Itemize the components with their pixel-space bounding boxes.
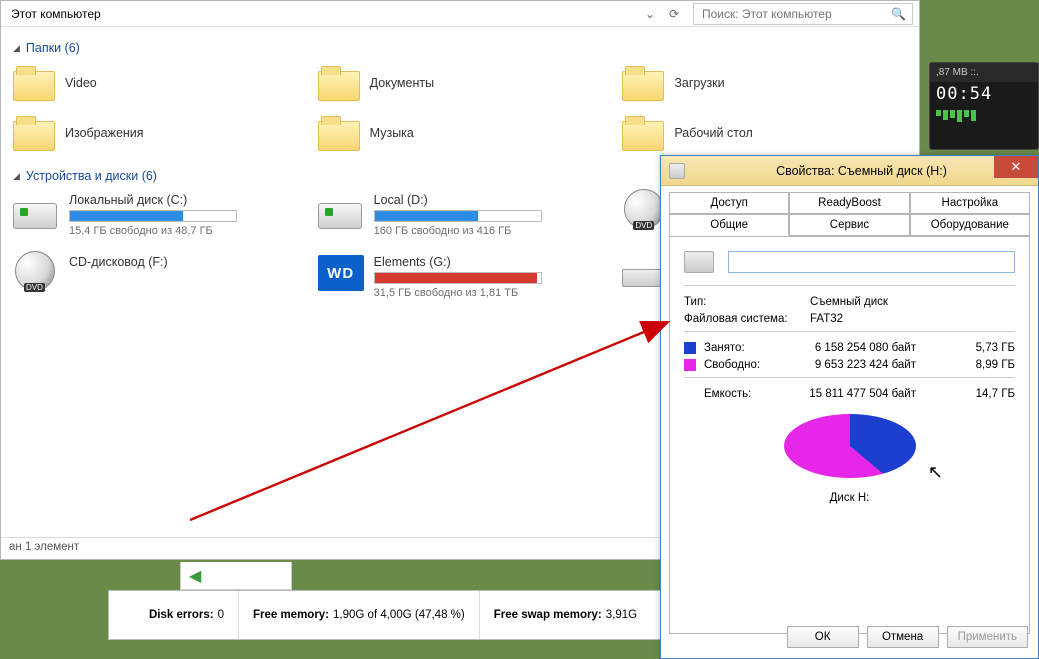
drive-icon: WD bbox=[318, 255, 364, 291]
folder-label: Video bbox=[65, 76, 97, 90]
folder-icon bbox=[13, 115, 55, 151]
tab-strip: ДоступReadyBoostНастройка ОбщиеСервисОбор… bbox=[661, 186, 1038, 236]
folder-icon bbox=[13, 65, 55, 101]
drive-subtext: 160 ГБ свободно из 416 ГБ bbox=[374, 225, 542, 237]
search-field[interactable] bbox=[700, 6, 891, 22]
ok-button[interactable]: ОК bbox=[787, 626, 859, 648]
pie-label: Диск H: bbox=[684, 492, 1015, 504]
drive-name: Локальный диск (C:) bbox=[69, 193, 237, 207]
usage-pie-chart bbox=[784, 414, 916, 488]
volume-name-input[interactable] bbox=[728, 251, 1015, 273]
drive-item[interactable]: Локальный диск (C:) 15,4 ГБ свободно из 4… bbox=[13, 193, 298, 237]
folder-item[interactable]: Изображения bbox=[13, 115, 298, 151]
folder-icon bbox=[318, 115, 360, 151]
drive-icon bbox=[13, 255, 59, 291]
desktop-gadget[interactable]: ,87 MB ::. 00:54 bbox=[929, 62, 1039, 150]
apply-button[interactable]: Применить bbox=[947, 626, 1028, 648]
drive-item[interactable]: CD-дисковод (F:) bbox=[13, 255, 298, 299]
refresh-icon[interactable]: ⟳ bbox=[665, 5, 683, 23]
dialog-buttons: ОК Отмена Применить bbox=[787, 626, 1028, 648]
mouse-cursor-icon: ↖ bbox=[928, 462, 943, 483]
properties-dialog: Свойства: Съемный диск (H:) ✕ ДоступRead… bbox=[660, 155, 1039, 659]
cancel-button[interactable]: Отмена bbox=[867, 626, 939, 648]
chevron-down-icon[interactable]: ⌄ bbox=[641, 5, 659, 23]
drive-icon bbox=[13, 193, 59, 229]
tab-доступ[interactable]: Доступ bbox=[669, 192, 789, 214]
folders-header[interactable]: ◢ Папки (6) bbox=[13, 41, 907, 55]
gadget-clock: 00:54 bbox=[930, 82, 1038, 106]
free-color-swatch bbox=[684, 359, 696, 371]
collapse-icon[interactable]: ◢ bbox=[13, 171, 20, 182]
folder-label: Музыка bbox=[370, 126, 414, 140]
search-icon[interactable]: 🔍 bbox=[891, 7, 906, 21]
folder-label: Рабочий стол bbox=[674, 126, 752, 140]
folder-item[interactable]: Загрузки bbox=[622, 65, 907, 101]
used-color-swatch bbox=[684, 342, 696, 354]
tab-readyboost[interactable]: ReadyBoost bbox=[789, 192, 909, 214]
tab-сервис[interactable]: Сервис bbox=[789, 214, 909, 236]
folder-item[interactable]: Рабочий стол bbox=[622, 115, 907, 151]
dialog-title: Свойства: Съемный диск (H:) bbox=[693, 164, 1030, 178]
drive-name: Elements (G:) bbox=[374, 255, 542, 269]
search-input[interactable]: 🔍 bbox=[693, 3, 913, 25]
drive-icon bbox=[684, 251, 714, 273]
usage-bar bbox=[69, 210, 237, 222]
drive-subtext: 31,5 ГБ свободно из 1,81 ТБ bbox=[374, 287, 542, 299]
tab-общие[interactable]: Общие bbox=[669, 214, 789, 236]
info-cell: Free swap memory:3,91G bbox=[479, 591, 651, 639]
tab-оборудование[interactable]: Оборудование bbox=[910, 214, 1030, 236]
capacity-row: Емкость: 15 811 477 504 байт 14,7 ГБ bbox=[684, 388, 1015, 400]
folder-label: Документы bbox=[370, 76, 434, 90]
collapse-icon[interactable]: ◢ bbox=[13, 43, 20, 54]
folder-item[interactable]: Музыка bbox=[318, 115, 603, 151]
gadget-line: ,87 MB ::. bbox=[930, 63, 1038, 82]
drive-name: CD-дисковод (F:) bbox=[69, 255, 168, 269]
folder-label: Загрузки bbox=[674, 76, 724, 90]
folder-icon bbox=[318, 65, 360, 101]
usage-bar bbox=[374, 210, 542, 222]
gadget-bars bbox=[930, 106, 1038, 126]
dialog-titlebar[interactable]: Свойства: Съемный диск (H:) ✕ bbox=[661, 156, 1038, 186]
folder-label: Изображения bbox=[65, 126, 144, 140]
info-cell: Disk errors:0 bbox=[109, 591, 238, 639]
back-arrow-icon: ◀ bbox=[189, 566, 201, 586]
usage-bar bbox=[374, 272, 542, 284]
location-text: Этот компьютер bbox=[11, 7, 101, 21]
free-space-row: Свободно: 9 653 223 424 байт 8,99 ГБ bbox=[684, 359, 1015, 371]
folder-icon bbox=[622, 115, 664, 151]
drive-icon bbox=[318, 193, 364, 229]
info-cell: Free memory:1,90G of 4,00G (47,48 %) bbox=[238, 591, 479, 639]
tab-panel-general: Тип:Съемный диск Файловая система:FAT32 … bbox=[669, 236, 1030, 634]
close-button[interactable]: ✕ bbox=[994, 156, 1038, 178]
drive-item[interactable]: Local (D:) 160 ГБ свободно из 416 ГБ bbox=[318, 193, 603, 237]
address-bar: Этот компьютер ⌄ ⟳ 🔍 bbox=[1, 1, 919, 27]
used-space-row: Занято: 6 158 254 080 байт 5,73 ГБ bbox=[684, 342, 1015, 354]
tab-настройка[interactable]: Настройка bbox=[910, 192, 1030, 214]
partial-button[interactable]: ◀ bbox=[180, 562, 292, 590]
breadcrumb[interactable]: Этот компьютер ⌄ ⟳ bbox=[7, 5, 687, 23]
drive-name: Local (D:) bbox=[374, 193, 542, 207]
folder-icon bbox=[622, 65, 664, 101]
drive-item[interactable]: WD Elements (G:) 31,5 ГБ свободно из 1,81 … bbox=[318, 255, 603, 299]
folder-item[interactable]: Документы bbox=[318, 65, 603, 101]
drive-icon bbox=[669, 163, 685, 179]
drive-subtext: 15,4 ГБ свободно из 48,7 ГБ bbox=[69, 225, 237, 237]
folder-item[interactable]: Video bbox=[13, 65, 298, 101]
